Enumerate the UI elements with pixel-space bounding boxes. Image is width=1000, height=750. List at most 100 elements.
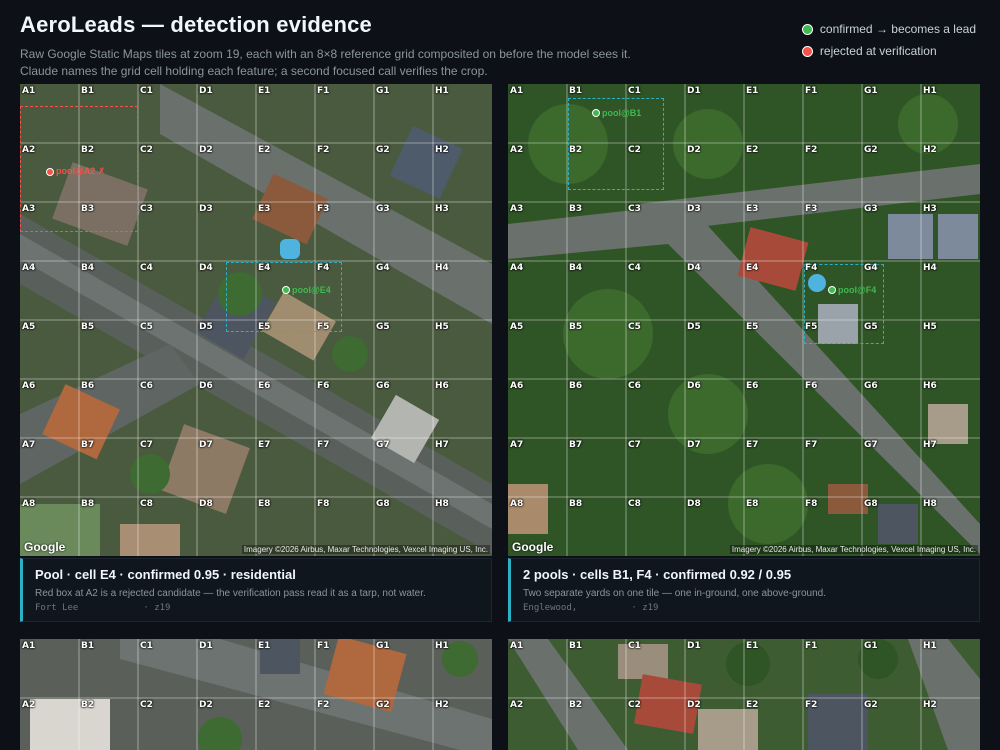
grid-cell-label: E2	[746, 145, 759, 155]
grid-cell-label: E4	[258, 263, 271, 273]
confirmed-pool-marker[interactable]: pool@E4	[282, 285, 331, 295]
grid-cell-label: H1	[435, 641, 449, 651]
grid-cell-label: C1	[140, 86, 153, 96]
grid-cell-label: F5	[317, 322, 330, 332]
card-title: Pool · cell E4 · confirmed 0.95 · reside…	[35, 567, 296, 582]
card-description: Red box at A2 is a rejected candidate — …	[35, 588, 426, 599]
grid-cell-label: A3	[510, 204, 524, 214]
grid-cell-label: H2	[435, 145, 449, 155]
rejected-dot-icon	[801, 45, 813, 57]
grid-cell-label: G7	[864, 440, 878, 450]
grid-cell-label: G1	[864, 86, 878, 96]
grid-cell-label: D5	[199, 322, 213, 332]
card-meta: Englewood, · z19	[523, 603, 659, 613]
grid-cell-label: B7	[569, 440, 583, 450]
grid-cell-label: A1	[510, 86, 524, 96]
grid-cell-label: A8	[22, 499, 36, 509]
map-tile-fort-lee[interactable]: pool@A2 ✗ pool@E4 Google Imagery ©2026 A…	[20, 84, 492, 556]
marker-label: pool@B1	[602, 108, 642, 118]
grid-cell-label: F7	[805, 440, 818, 450]
evidence-card[interactable]: 2 pools · cells B1, F4 · confirmed 0.92 …	[508, 558, 980, 622]
grid-cell-label: E8	[746, 499, 759, 509]
grid-cell-label: F5	[805, 322, 818, 332]
grid-cell-label: C7	[628, 440, 641, 450]
grid-cell-label: A3	[22, 204, 36, 214]
grid-cell-label: E5	[258, 322, 271, 332]
grid-cell-label: A7	[22, 440, 36, 450]
card-title: 2 pools · cells B1, F4 · confirmed 0.92 …	[523, 567, 792, 582]
grid-cell-label: G1	[376, 641, 390, 651]
grid-cell-label: D4	[687, 263, 701, 273]
grid-cell-label: D1	[199, 641, 213, 651]
grid-cell-label: G6	[376, 381, 390, 391]
grid-cell-label: D8	[687, 499, 701, 509]
map-tile-partial[interactable]: A1 B1 C1 D1 E1 F1 G1 H1 A2 B2 C2 D2 E2 F2 G2 H2	[508, 639, 980, 750]
grid-cell-label: D2	[687, 700, 701, 710]
grid-cell-label: E6	[746, 381, 759, 391]
grid-cell-label: F4	[805, 263, 818, 273]
grid-cell-label: B4	[569, 263, 583, 273]
grid-cell-label: H4	[435, 263, 449, 273]
legend-rejected: rejected at verification	[801, 44, 976, 58]
imagery-attribution: Imagery ©2026 Airbus, Maxar Technologies…	[729, 545, 978, 554]
grid-cell-label: A1	[22, 86, 36, 96]
grid-cell-label: F2	[317, 145, 330, 155]
grid-cell-label: F4	[317, 263, 330, 273]
grid-cell-label: D1	[687, 641, 701, 651]
card-description: Two separate yards on one tile — one in-…	[523, 588, 826, 599]
grid-cell-label: H6	[435, 381, 449, 391]
grid-cell-label: F8	[317, 499, 330, 509]
google-logo: Google	[24, 540, 66, 554]
grid-cell-label: E4	[746, 263, 759, 273]
grid-cell-label: D2	[687, 145, 701, 155]
reference-grid	[508, 639, 980, 750]
grid-cell-label: C1	[628, 86, 641, 96]
grid-cell-label: G1	[864, 641, 878, 651]
grid-cell-label: B5	[569, 322, 583, 332]
grid-cell-label: C5	[140, 322, 153, 332]
confirmed-candidate-box	[804, 264, 884, 344]
grid-cell-label: F2	[805, 700, 818, 710]
grid-cell-label: G8	[376, 499, 390, 509]
grid-cell-label: B7	[81, 440, 95, 450]
confirmed-dot-icon	[801, 23, 813, 35]
legend-confirmed: confirmed → becomes a lead	[801, 22, 976, 36]
map-tile-partial[interactable]: A1 B1 C1 D1 E1 F1 G1 H1 A2 B2 C2 D2 E2 F2 G2 H2	[20, 639, 492, 750]
grid-cell-label: G2	[376, 700, 390, 710]
confirmed-pool-marker[interactable]: pool@B1	[592, 108, 641, 118]
grid-cell-label: E8	[258, 499, 271, 509]
grid-cell-label: A1	[510, 641, 524, 651]
grid-cell-label: F8	[805, 499, 818, 509]
grid-cell-label: F3	[317, 204, 330, 214]
grid-cell-label: D8	[199, 499, 213, 509]
grid-cell-label: C1	[140, 641, 153, 651]
legend-rejected-label: rejected at verification	[819, 44, 937, 58]
grid-cell-label: D6	[687, 381, 701, 391]
grid-cell-label: B1	[81, 86, 95, 96]
grid-cell-label: H4	[923, 263, 937, 273]
grid-cell-label: G8	[864, 499, 878, 509]
evidence-card[interactable]: Pool · cell E4 · confirmed 0.95 · reside…	[20, 558, 492, 622]
grid-cell-label: B4	[81, 263, 95, 273]
marker-label: pool@F4	[838, 285, 877, 295]
confirmed-pool-marker[interactable]: pool@F4	[828, 285, 876, 295]
grid-cell-label: H2	[923, 700, 937, 710]
grid-cell-label: B2	[81, 145, 95, 155]
grid-cell-label: F1	[805, 86, 818, 96]
rejected-pool-marker[interactable]: pool@A2 ✗	[46, 166, 105, 177]
grid-cell-label: F1	[317, 86, 330, 96]
grid-cell-label: H1	[435, 86, 449, 96]
grid-cell-label: D2	[199, 145, 213, 155]
confirmed-pin-icon	[828, 286, 836, 294]
legend: confirmed → becomes a lead rejected at v…	[801, 22, 976, 66]
grid-cell-label: F1	[317, 641, 330, 651]
grid-cell-label: A5	[22, 322, 36, 332]
grid-cell-label: F6	[805, 381, 818, 391]
grid-cell-label: A2	[510, 700, 524, 710]
grid-cell-label: F1	[805, 641, 818, 651]
grid-cell-label: C6	[140, 381, 153, 391]
map-tile-englewood[interactable]: pool@B1 pool@F4 Google Imagery ©2026 Air…	[508, 84, 980, 556]
grid-cell-label: H8	[435, 499, 449, 509]
grid-cell-label: C3	[628, 204, 641, 214]
grid-cell-label: B5	[81, 322, 95, 332]
